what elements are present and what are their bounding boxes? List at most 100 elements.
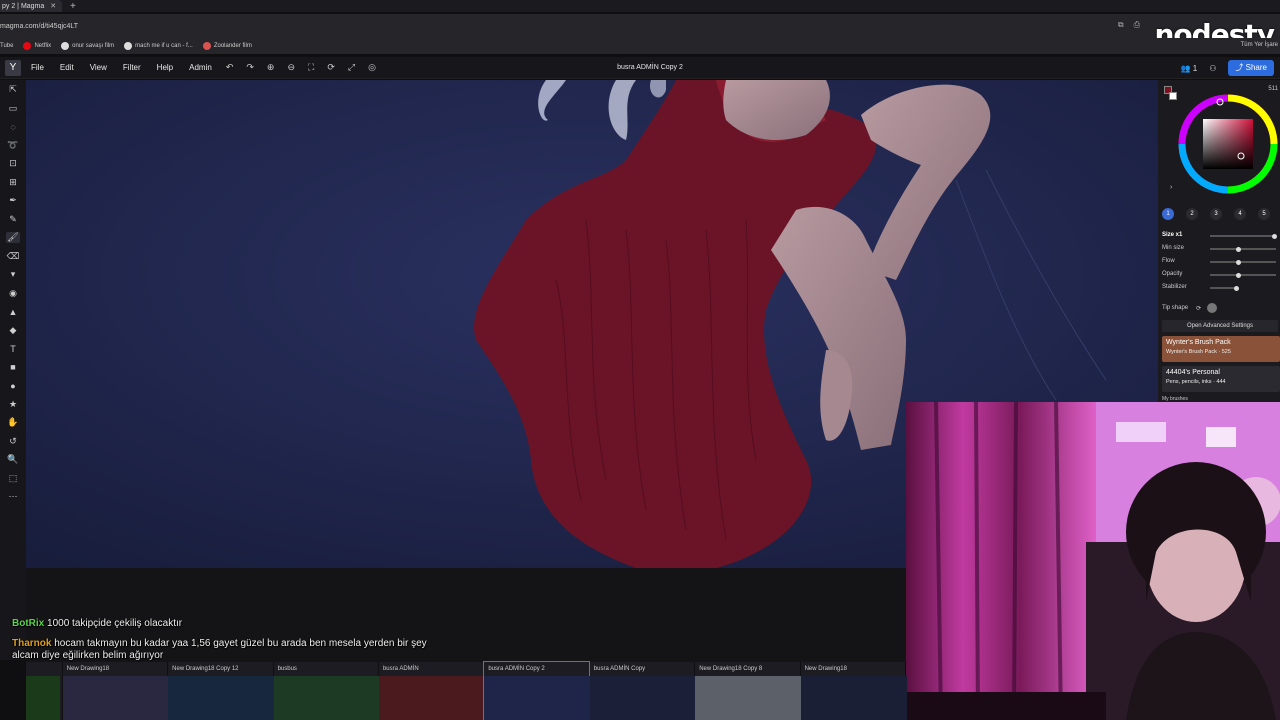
drawing-thumbnail[interactable]: busra ADMİN xyxy=(378,662,485,720)
min-size-slider-knob[interactable] xyxy=(1236,246,1241,252)
drawing-thumbnail[interactable]: New Drawing18 xyxy=(62,662,169,720)
url-field[interactable]: magma.com/d/ti45qjc4LT xyxy=(0,23,78,30)
brush-slot[interactable]: 2 xyxy=(1186,208,1198,220)
flow-slider-knob[interactable] xyxy=(1236,259,1241,265)
undo-icon[interactable]: ↶ xyxy=(226,62,234,73)
tip-shape-preview[interactable] xyxy=(1207,303,1218,313)
lasso-icon[interactable]: ➰ xyxy=(6,140,20,151)
browser-tab[interactable]: py 2 | Magma ✕ xyxy=(0,0,62,12)
size-slider-knob[interactable] xyxy=(1272,233,1277,239)
blur-icon[interactable]: ◉ xyxy=(6,288,20,299)
drawing-thumbnails-strip: New Drawing18 New Drawing18 Copy 12 busbus… xyxy=(26,661,907,720)
app-toolbar: Y File Edit View Filter Help Admin ↶ ↷ ⊕ ⊖ ⛶ ⟳ ⤢ ◎ b… xyxy=(0,57,1280,79)
fullscreen-icon[interactable]: ⤢ xyxy=(348,62,355,73)
chat-text: alcam diye eğilirken belim ağırıyor xyxy=(12,650,164,661)
hand-icon[interactable]: ✋ xyxy=(6,417,20,428)
circle-icon[interactable]: ● xyxy=(6,380,20,391)
webcam-overlay xyxy=(906,402,1280,720)
all-bookmarks-link[interactable]: Tüm Yer İşare xyxy=(1241,42,1278,48)
rotate-icon[interactable]: ⟳ xyxy=(327,62,335,73)
thumbnail-image xyxy=(484,676,591,720)
smudge-icon[interactable]: ▾ xyxy=(6,269,20,280)
menu-item-edit[interactable]: Edit xyxy=(60,63,74,72)
eraser-icon[interactable]: ⌫ xyxy=(6,251,20,262)
opacity-label: Opacity xyxy=(1162,271,1183,277)
brush-icon[interactable]: 🖌 xyxy=(6,232,20,243)
secondary-color-swatch[interactable] xyxy=(1169,92,1177,100)
crop-icon[interactable]: ⊞ xyxy=(6,177,20,188)
color-wheel[interactable] xyxy=(1178,94,1278,194)
app-logo[interactable]: Y xyxy=(5,59,21,76)
rotate-view-icon[interactable]: ↺ xyxy=(6,436,20,447)
drawing-thumbnail[interactable]: New Drawing18 Copy 8 xyxy=(695,662,802,720)
user-count: 1 xyxy=(1192,63,1198,73)
open-advanced-settings-button[interactable]: Open Advanced Settings xyxy=(1162,320,1278,332)
bookmark-item[interactable]: Tube xyxy=(0,43,13,49)
menu-item-admin[interactable]: Admin xyxy=(189,63,212,72)
bookmark-label: onur savaşı film xyxy=(72,43,115,49)
opacity-slider[interactable] xyxy=(1210,272,1276,278)
star-icon[interactable]: ★ xyxy=(6,399,20,410)
brush-pack-card[interactable]: Wynter's Brush Pack Wynter's Brush Pack … xyxy=(1162,336,1280,362)
add-user-icon[interactable]: ⚇ xyxy=(1209,64,1216,73)
pencil-icon[interactable]: ✎ xyxy=(6,214,20,225)
share-page-icon[interactable]: ⎙ xyxy=(1134,20,1140,30)
reference-icon[interactable]: ◎ xyxy=(368,62,376,73)
drawing-thumbnail[interactable]: busra ADMİN Copy xyxy=(589,662,696,720)
grid-icon[interactable]: ⬚ xyxy=(6,473,20,484)
brush-slot[interactable]: 4 xyxy=(1234,208,1246,220)
drawing-thumbnail[interactable]: busbus xyxy=(273,662,380,720)
menu-item-help[interactable]: Help xyxy=(157,63,173,72)
stabilizer-slider-knob[interactable] xyxy=(1234,285,1239,291)
new-tab-icon[interactable]: + xyxy=(70,1,76,12)
fit-screen-icon[interactable]: ⛶ xyxy=(308,62,314,73)
flow-slider[interactable] xyxy=(1210,259,1276,265)
size-slider[interactable] xyxy=(1210,233,1277,239)
more-icon[interactable]: ⋯ xyxy=(6,491,20,502)
gradient-icon[interactable]: ◆ xyxy=(6,325,20,336)
expand-chevron-icon[interactable]: › xyxy=(1170,184,1172,191)
menu-item-filter[interactable]: Filter xyxy=(123,63,141,72)
rectangle-icon[interactable]: ■ xyxy=(6,362,20,373)
bookmark-item[interactable]: onur savaşı film xyxy=(61,42,114,50)
thumbnail-image xyxy=(589,676,696,720)
transform-icon[interactable]: ⊡ xyxy=(6,158,20,169)
menu-item-file[interactable]: File xyxy=(31,63,44,72)
brush-slot[interactable]: 3 xyxy=(1210,208,1222,220)
webcam-feed xyxy=(906,402,1280,720)
bookmark-item[interactable]: Zoolander film xyxy=(202,42,252,50)
brush-pack-title: 44404's Personal xyxy=(1166,369,1220,376)
brush-pack-card[interactable]: 44404's Personal Pens, pencils, inks · 4… xyxy=(1162,366,1280,392)
fill-icon[interactable]: ▲ xyxy=(6,306,20,317)
drawing-thumbnail[interactable]: busra ADMİN Copy 2 xyxy=(483,661,591,720)
refresh-icon[interactable]: ⟳ xyxy=(1196,305,1201,312)
thumbnail-label: busra ADMİN Copy 2 xyxy=(488,666,545,672)
bookmark-favicon-icon xyxy=(23,42,32,50)
stabilizer-slider[interactable] xyxy=(1210,285,1239,291)
share-button[interactable]: ⤴ Share xyxy=(1228,60,1274,76)
rect-select-icon[interactable]: ▭ xyxy=(6,103,20,114)
brush-slot[interactable]: 1 xyxy=(1162,208,1174,220)
document-title: busra ADMİN Copy 2 xyxy=(617,64,683,71)
zoom-out-icon[interactable]: ⊖ xyxy=(287,62,295,73)
opacity-slider-knob[interactable] xyxy=(1236,272,1241,278)
zoom-icon[interactable]: 🔍 xyxy=(6,454,20,465)
brush-slot[interactable]: 5 xyxy=(1258,208,1270,220)
brush-slots: 12345 xyxy=(1162,208,1270,220)
move-icon[interactable]: ⇱ xyxy=(6,84,20,95)
drawing-thumbnail[interactable] xyxy=(26,662,62,720)
translate-icon[interactable]: ⧉ xyxy=(1118,20,1124,30)
bookmark-item[interactable]: Netflix xyxy=(23,42,51,50)
min-size-slider[interactable] xyxy=(1210,246,1276,252)
text-icon[interactable]: T xyxy=(6,343,20,354)
redo-icon[interactable]: ↷ xyxy=(246,62,254,73)
zoom-in-icon[interactable]: ⊕ xyxy=(267,62,275,73)
ellipse-select-icon[interactable]: ◌ xyxy=(6,121,20,132)
close-icon[interactable]: ✕ xyxy=(50,2,56,10)
drawing-thumbnail[interactable]: New Drawing18 xyxy=(800,662,907,720)
bookmark-item[interactable]: mach me if u can - f... xyxy=(124,42,193,50)
drawing-thumbnail[interactable]: New Drawing18 Copy 12 xyxy=(168,662,275,720)
pen-icon[interactable]: ✒ xyxy=(6,195,20,206)
users-icon[interactable]: 👥 1 xyxy=(1181,64,1198,73)
menu-item-view[interactable]: View xyxy=(90,63,107,72)
